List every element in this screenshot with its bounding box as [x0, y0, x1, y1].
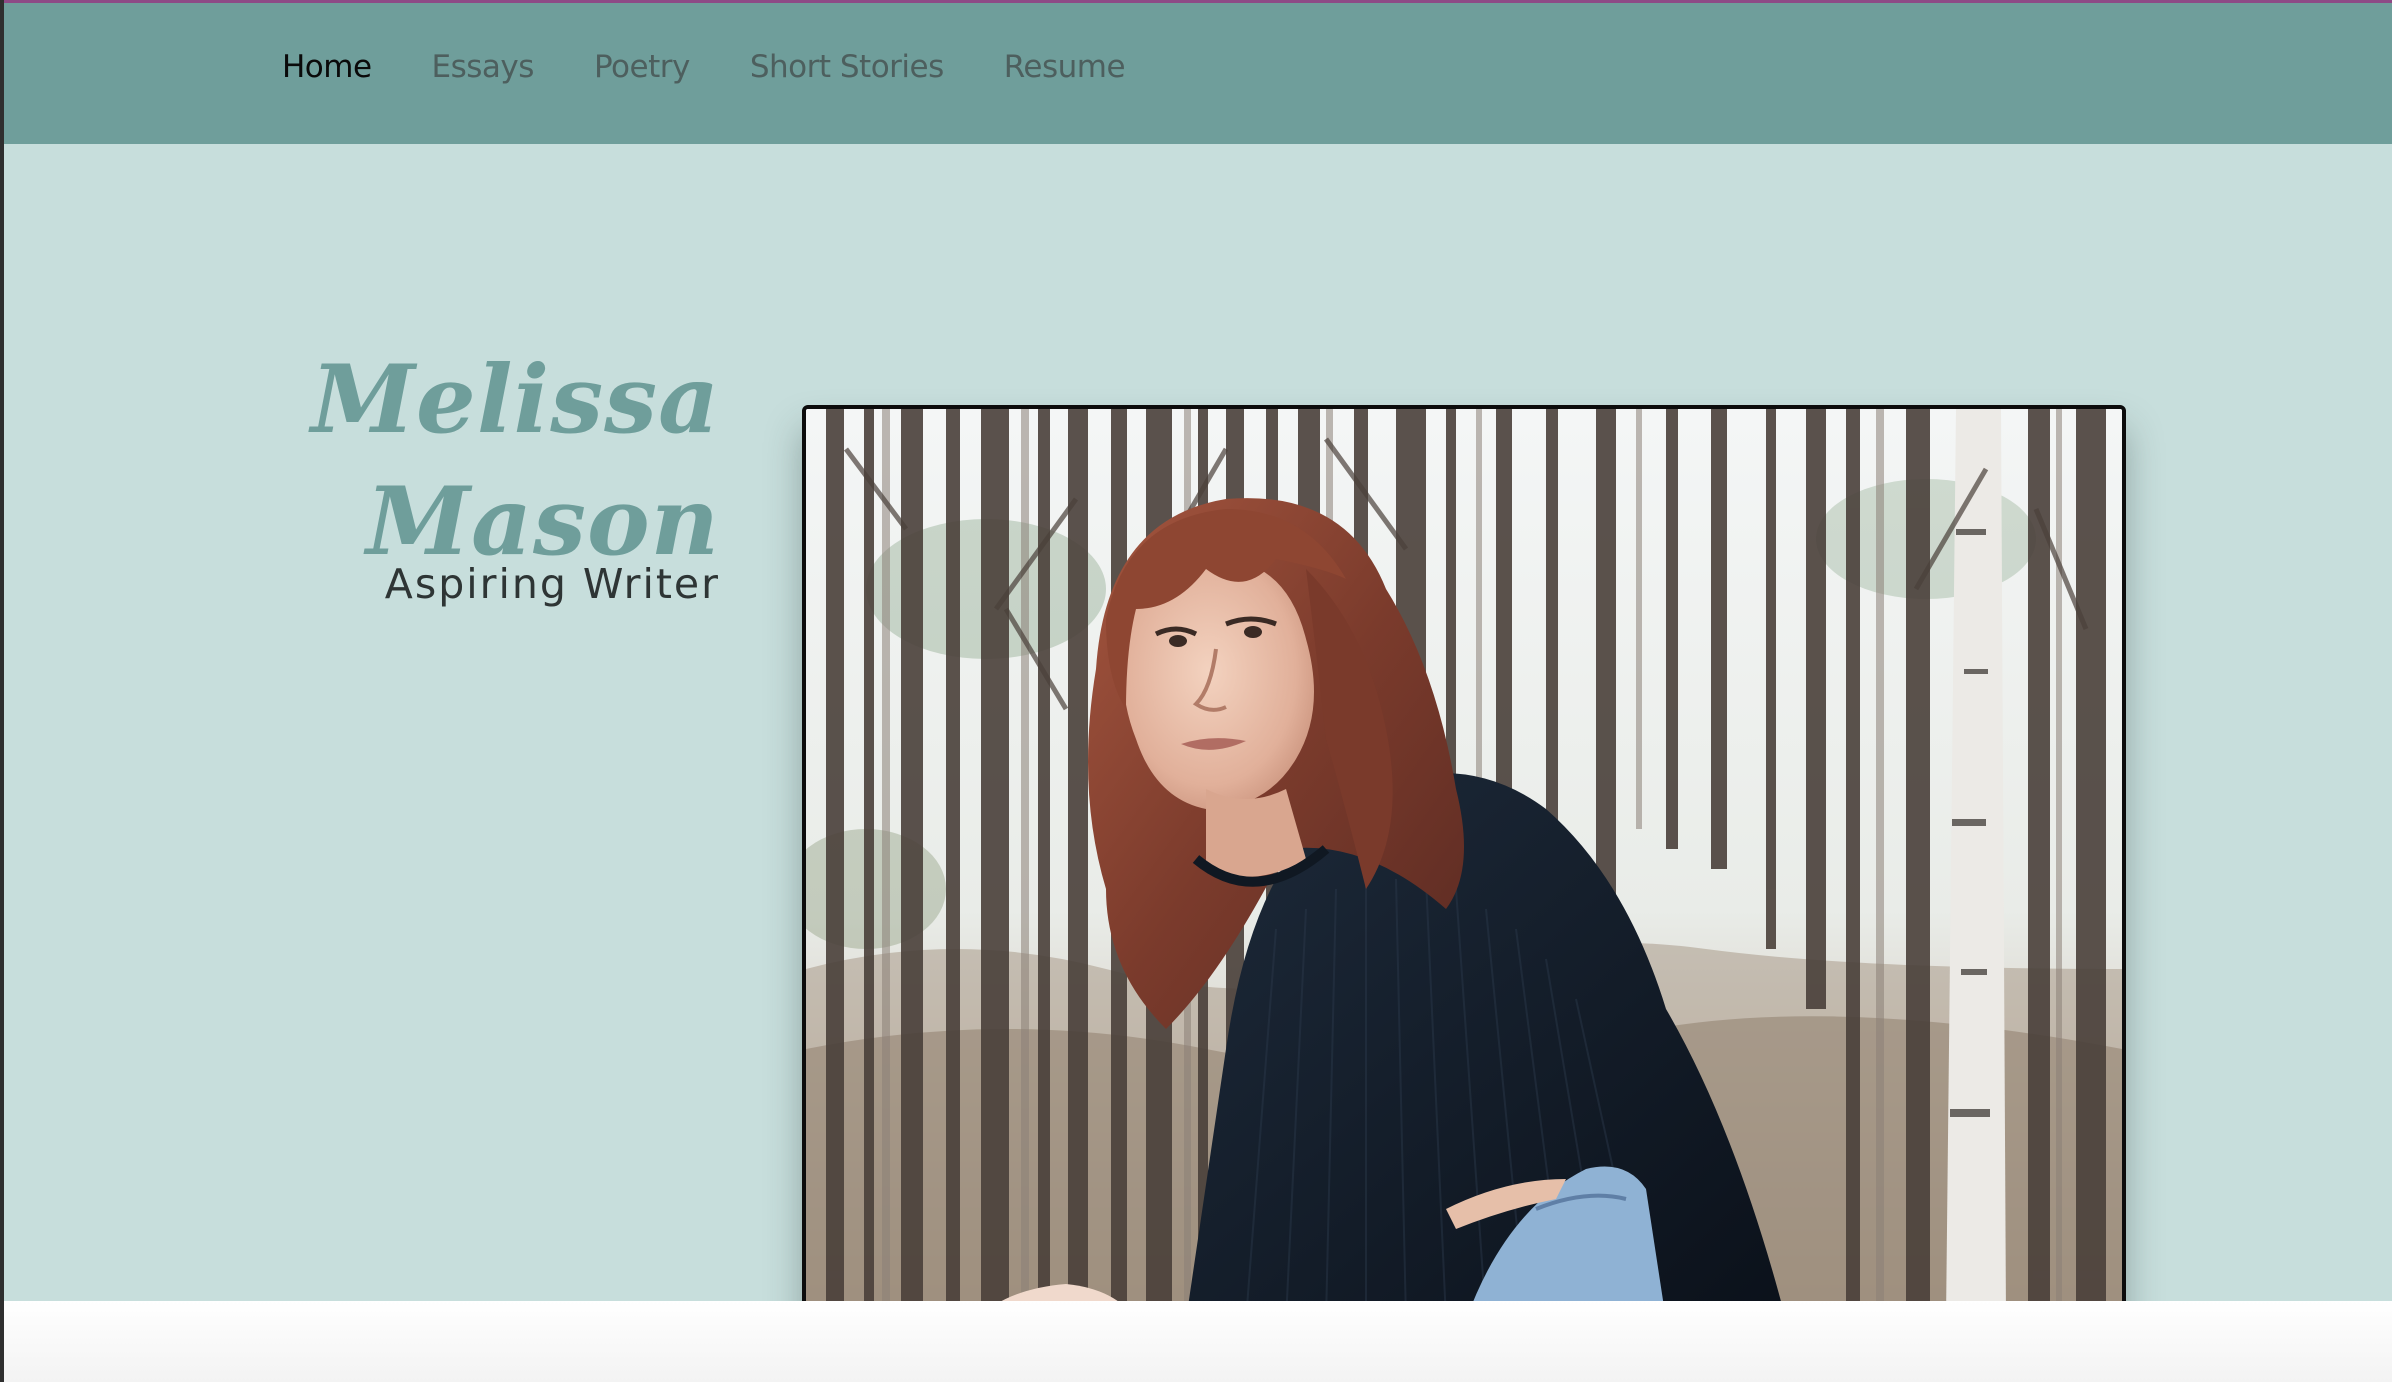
author-first-name: Melissa [310, 344, 720, 455]
portrait-photo [802, 405, 2126, 1324]
hero-section: Melissa Mason Aspiring Writer [4, 144, 2392, 1324]
portrait-photo-illustration [806, 409, 2122, 1320]
page: Home Essays Poetry Short Stories Resume … [0, 0, 2392, 1382]
nav-link-poetry[interactable]: Poetry [594, 49, 690, 85]
main-nav: Home Essays Poetry Short Stories Resume [282, 49, 1126, 85]
nav-link-resume[interactable]: Resume [1004, 49, 1126, 85]
author-tagline: Aspiring Writer [384, 560, 720, 608]
navigation-bar: Home Essays Poetry Short Stories Resume [4, 3, 2392, 144]
nav-link-home[interactable]: Home [282, 49, 372, 85]
nav-link-essays[interactable]: Essays [432, 49, 535, 85]
nav-link-short-stories[interactable]: Short Stories [750, 49, 944, 85]
author-name: Melissa Mason [311, 339, 720, 583]
page-footer-area [4, 1301, 2392, 1382]
window-left-edge [0, 0, 4, 1382]
